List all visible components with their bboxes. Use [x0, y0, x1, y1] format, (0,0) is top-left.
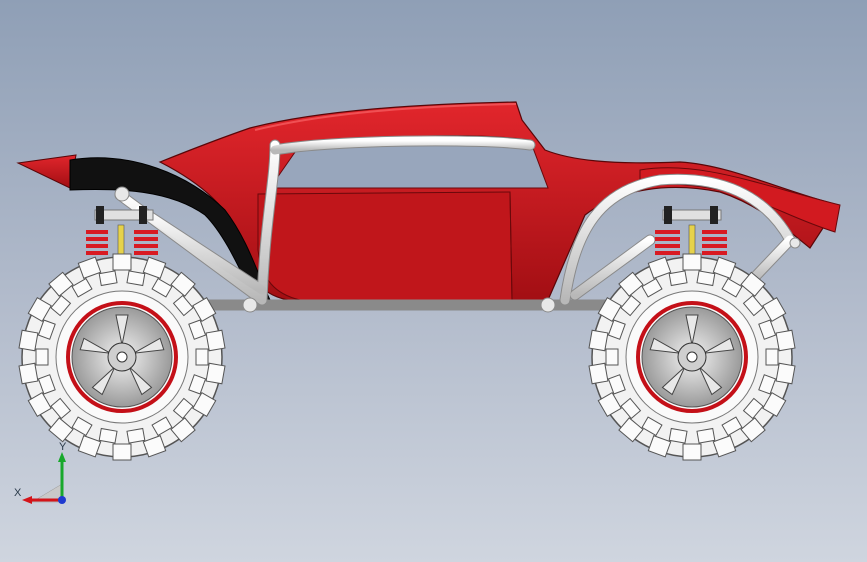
front-suspension [86, 206, 158, 261]
orientation-triad[interactable]: Y X [14, 440, 76, 510]
z-axis-dot [58, 496, 66, 504]
x-axis-label: X [14, 487, 22, 499]
y-axis-label: Y [59, 441, 67, 453]
graphics-viewport[interactable]: Y X [0, 0, 867, 562]
front-wheel [18, 253, 226, 461]
buggy-model[interactable] [0, 0, 867, 562]
rear-wheel [588, 253, 796, 461]
rear-suspension [655, 206, 727, 261]
